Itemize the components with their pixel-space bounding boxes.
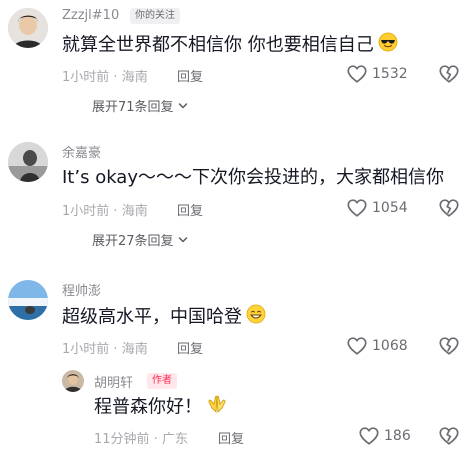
like-button[interactable]: 186	[358, 425, 411, 447]
comment-text: 程普森你好！	[94, 394, 228, 421]
heart-icon	[346, 197, 368, 219]
avatar-image	[8, 280, 48, 320]
reply-button[interactable]: 回复	[177, 200, 203, 219]
expand-replies-button[interactable]: 展开27条回复	[92, 230, 189, 249]
comment-text: It’s okay～～～下次你会投进的，大家都相信你	[62, 167, 444, 188]
username[interactable]: Zzzjl#10	[62, 8, 119, 23]
comment-text: 超级高水平，中国哈登	[62, 304, 266, 331]
like-count: 1054	[372, 200, 408, 216]
comment-1: Zzzjl#10 你的关注 就算全世界都不相信你 你也要相信自己 1小时前 · …	[0, 0, 476, 120]
comment-meta: 1小时前 · 海南	[62, 70, 148, 85]
author-badge: 作者	[147, 373, 177, 389]
like-count: 186	[384, 428, 411, 444]
reply-button[interactable]: 回复	[177, 66, 203, 85]
heart-icon	[346, 63, 368, 85]
broken-heart-icon[interactable]	[438, 335, 460, 357]
like-count: 1532	[372, 66, 408, 82]
avatar-image	[8, 8, 48, 48]
comment-2: 余嘉豪 It’s okay～～～下次你会投进的，大家都相信你 1小时前 · 海南…	[0, 134, 476, 254]
avatar[interactable]	[8, 8, 48, 48]
sunglasses-emoji	[378, 32, 398, 59]
reply-button[interactable]: 回复	[218, 428, 244, 447]
like-button[interactable]: 1532	[346, 63, 408, 85]
like-button[interactable]: 1054	[346, 197, 408, 219]
comment-meta: 1小时前 · 海南	[62, 204, 148, 219]
expand-replies-button[interactable]: 展开71条回复	[92, 96, 189, 115]
comment-text: 就算全世界都不相信你 你也要相信自己	[62, 32, 398, 59]
like-button[interactable]: 1068	[346, 335, 408, 357]
avatar[interactable]	[8, 142, 48, 182]
broken-heart-icon[interactable]	[438, 425, 460, 447]
chevron-down-icon	[177, 234, 189, 246]
avatar[interactable]	[62, 370, 84, 392]
chevron-down-icon	[177, 100, 189, 112]
avatar[interactable]	[8, 280, 48, 320]
reply-button[interactable]: 回复	[177, 338, 203, 357]
avatar-image	[62, 370, 84, 392]
like-count: 1068	[372, 338, 408, 354]
avatar-image	[8, 142, 48, 182]
praying-hands-emoji	[206, 394, 228, 421]
username[interactable]: 胡明轩	[94, 372, 133, 391]
comment-3: 程帅澎 超级高水平，中国哈登 1小时前 · 海南 回复 1068	[0, 272, 476, 372]
reply-comment: 胡明轩 作者 程普森你好！ 11分钟前 · 广东 回复 186	[0, 366, 476, 457]
heart-icon	[358, 425, 380, 447]
username[interactable]: 程帅澎	[62, 280, 101, 299]
broken-heart-icon[interactable]	[438, 197, 460, 219]
heart-icon	[346, 335, 368, 357]
comment-meta: 11分钟前 · 广东	[94, 432, 188, 447]
comment-meta: 1小时前 · 海南	[62, 342, 148, 357]
broken-heart-icon[interactable]	[438, 63, 460, 85]
following-badge: 你的关注	[130, 8, 180, 24]
username[interactable]: 余嘉豪	[62, 142, 101, 161]
grin-emoji	[246, 304, 266, 331]
